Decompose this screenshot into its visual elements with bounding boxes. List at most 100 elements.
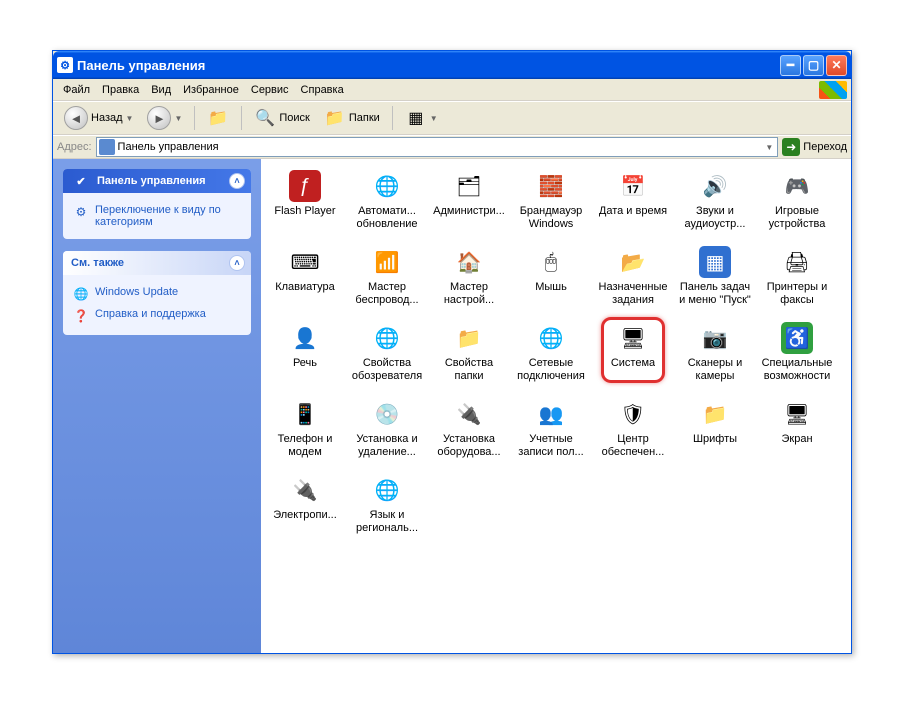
cpl-item-addremove[interactable]: 💿Установка и удаление... [347, 395, 427, 471]
address-dropdown-icon[interactable]: ▼ [763, 143, 775, 152]
mouse-icon: 🖱 [534, 245, 568, 279]
link-help-support[interactable]: ❓ Справка и поддержка [73, 305, 241, 327]
search-icon: 🔍 [254, 107, 276, 129]
menu-favorites[interactable]: Избранное [177, 82, 245, 98]
addremove-icon: 💿 [370, 397, 404, 431]
menu-view[interactable]: Вид [145, 82, 177, 98]
menu-file[interactable]: Файл [57, 82, 96, 98]
control-panel-window: ⚙ Панель управления ━ ▢ ✕ Файл Правка Ви… [52, 50, 852, 654]
cpl-item-mouse[interactable]: 🖱Мышь [511, 243, 591, 319]
folders-button[interactable]: 📁 Папки [319, 105, 385, 131]
cpl-item-display[interactable]: 🖥Экран [757, 395, 837, 471]
back-arrow-icon: ◄ [64, 106, 88, 130]
inetopt-icon: 🌐 [370, 321, 404, 355]
cpl-item-inetopt[interactable]: 🌐Свойства обозревателя [347, 319, 427, 395]
item-label: Клавиатура [275, 281, 335, 294]
cpl-item-tasks[interactable]: 📂Назначенные задания [593, 243, 673, 319]
cpl-item-scanners[interactable]: 📷Сканеры и камеры [675, 319, 755, 395]
close-button[interactable]: ✕ [826, 55, 847, 76]
windows-logo-icon [819, 81, 847, 99]
menu-edit[interactable]: Правка [96, 82, 145, 98]
menu-help[interactable]: Справка [295, 82, 350, 98]
cpl-item-datetime[interactable]: 📅 Дата и время [593, 167, 673, 243]
separator [241, 106, 242, 130]
access-icon: ♿ [780, 321, 814, 355]
forward-dropdown-icon[interactable]: ▼ [174, 114, 182, 123]
link-category-view[interactable]: ⚙ Переключение к виду по категориям [73, 201, 241, 231]
address-field[interactable]: Панель управления ▼ [96, 137, 779, 157]
cpl-item-power[interactable]: 🔌 Электропи... [265, 471, 345, 547]
item-label: Установка и удаление... [349, 433, 425, 458]
views-icon: ▦ [405, 107, 427, 129]
menu-tools[interactable]: Сервис [245, 82, 295, 98]
minimize-button[interactable]: ━ [780, 55, 801, 76]
forward-button[interactable]: ► ▼ [142, 104, 187, 132]
sounds-icon: 🔊 [698, 169, 732, 203]
cpl-item-security[interactable]: 🛡Центр обеспечен... [593, 395, 673, 471]
security-icon: 🛡 [616, 397, 650, 431]
gamectrl-icon: 🎮 [780, 169, 814, 203]
cpl-item-regional[interactable]: 🌐Язык и региональ... [347, 471, 427, 547]
datetime-icon: 📅 [616, 169, 650, 203]
cpl-item-printers[interactable]: 🖨Принтеры и факсы [757, 243, 837, 319]
cpl-item-taskbar[interactable]: ▦Панель задач и меню "Пуск" [675, 243, 755, 319]
cpl-item-firewall[interactable]: 🧱Брандмауэр Windows [511, 167, 591, 243]
link-windows-update[interactable]: 🌐 Windows Update [73, 283, 241, 305]
search-button[interactable]: 🔍 Поиск [249, 105, 314, 131]
item-label: Мастер беспровод... [349, 281, 425, 306]
item-label: Автомати... обновление [349, 205, 425, 230]
cpl-item-networkwiz[interactable]: 🏠Мастер настрой... [429, 243, 509, 319]
cpl-item-admin[interactable]: 🗂Администри... [429, 167, 509, 243]
item-label: Речь [293, 357, 317, 370]
cpl-item-netconn[interactable]: 🌐Сетевые подключения [511, 319, 591, 395]
item-label: Экран [781, 433, 812, 446]
panel-head-control[interactable]: ✔ Панель управления ˄ [63, 169, 251, 193]
power-icon: 🔌 [288, 473, 322, 507]
cpl-item-autoupdate[interactable]: 🌐Автомати... обновление [347, 167, 427, 243]
panel-head-seealso[interactable]: См. также ˄ [63, 251, 251, 275]
cpl-item-sounds[interactable]: 🔊Звуки и аудиоустр... [675, 167, 755, 243]
item-label: Шрифты [693, 433, 737, 446]
collapse-icon[interactable]: ˄ [229, 173, 245, 189]
item-label: Язык и региональ... [349, 509, 425, 534]
up-button[interactable]: 📁 [202, 105, 234, 131]
cpl-item-phone[interactable]: 📱Телефон и модем [265, 395, 345, 471]
item-label: Дата и время [599, 205, 667, 218]
item-label: Принтеры и факсы [759, 281, 835, 306]
titlebar[interactable]: ⚙ Панель управления ━ ▢ ✕ [53, 51, 851, 79]
item-label: Электропи... [273, 509, 337, 522]
address-icon [99, 139, 115, 155]
fonts-icon: 📁 [698, 397, 732, 431]
cpl-item-users[interactable]: 👥Учетные записи пол... [511, 395, 591, 471]
views-button[interactable]: ▦ ▼ [400, 105, 443, 131]
go-button[interactable]: ➜ Переход [782, 138, 847, 156]
globe-icon: 🌐 [73, 286, 89, 302]
sidebar-panel-seealso: См. также ˄ 🌐 Windows Update ❓ Справка и… [63, 251, 251, 335]
cpl-item-flash[interactable]: ƒFlash Player [265, 167, 345, 243]
help-icon: ❓ [73, 308, 89, 324]
back-button[interactable]: ◄ Назад ▼ [59, 104, 138, 132]
cpl-item-wireless[interactable]: 📶Мастер беспровод... [347, 243, 427, 319]
cpl-item-fonts[interactable]: 📁 Шрифты [675, 395, 755, 471]
collapse-icon[interactable]: ˄ [229, 255, 245, 271]
system-icon: 🖥 [616, 321, 650, 355]
go-arrow-icon: ➜ [782, 138, 800, 156]
cpl-item-speech[interactable]: 👤Речь [265, 319, 345, 395]
printers-icon: 🖨 [780, 245, 814, 279]
item-label: Flash Player [274, 205, 335, 218]
users-icon: 👥 [534, 397, 568, 431]
phone-icon: 📱 [288, 397, 322, 431]
address-bar: Адрес: Панель управления ▼ ➜ Переход [53, 135, 851, 159]
cpl-item-system[interactable]: 🖥Система [593, 319, 673, 395]
cpl-item-folderopt[interactable]: 📁Свойства папки [429, 319, 509, 395]
item-label: Брандмауэр Windows [513, 205, 589, 230]
cpl-item-keyboard[interactable]: ⌨Клавиатура [265, 243, 345, 319]
item-label: Установка оборудова... [431, 433, 507, 458]
back-dropdown-icon[interactable]: ▼ [126, 114, 134, 123]
cpl-item-access[interactable]: ♿Специальные возможности [757, 319, 837, 395]
cpl-item-addhw[interactable]: 🔌Установка оборудова... [429, 395, 509, 471]
separator [194, 106, 195, 130]
cpl-item-gamectrl[interactable]: 🎮Игровые устройства [757, 167, 837, 243]
maximize-button[interactable]: ▢ [803, 55, 824, 76]
views-dropdown-icon[interactable]: ▼ [430, 114, 438, 123]
